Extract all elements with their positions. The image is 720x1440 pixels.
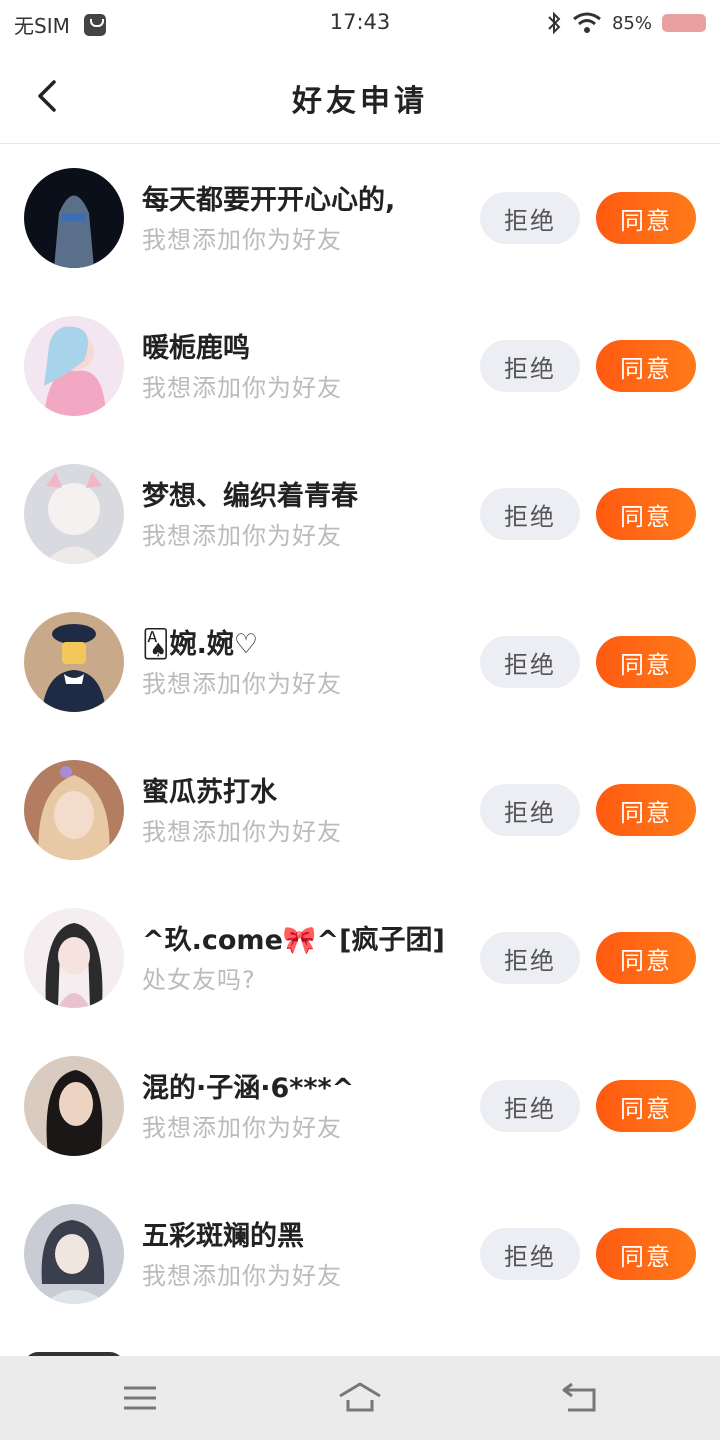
bluetooth-icon <box>548 11 561 35</box>
avatar[interactable] <box>24 760 124 860</box>
battery-icon <box>662 14 706 32</box>
avatar[interactable] <box>24 908 124 1008</box>
requester-name: 🂡婉.婉♡ <box>142 629 259 660</box>
requester-name: 暖栀鹿鸣 <box>142 333 250 364</box>
reject-button[interactable]: 拒绝 <box>480 1228 580 1280</box>
avatar[interactable] <box>24 464 124 564</box>
request-message: 我想添加你为好友 <box>142 818 342 846</box>
accept-button[interactable]: 同意 <box>596 340 696 392</box>
list-item: 暖栀鹿鸣 我想添加你为好友 拒绝 同意 <box>0 292 720 440</box>
list-item: 蜜瓜苏打水 我想添加你为好友 拒绝 同意 <box>0 736 720 884</box>
accept-button[interactable]: 同意 <box>596 1080 696 1132</box>
list-item: ^玖.come🎀^[疯子团] 处女友吗? 拒绝 同意 <box>0 884 720 1032</box>
avatar-image <box>24 1056 124 1156</box>
friend-request-list: 每天都要开开心心的, 我想添加你为好友 拒绝 同意 暖栀鹿鸣 我想添加你为好友 … <box>0 144 720 1328</box>
avatar-image <box>24 908 124 1008</box>
avatar-image <box>24 612 124 712</box>
request-message: 我想添加你为好友 <box>142 522 342 550</box>
reject-button[interactable]: 拒绝 <box>480 1080 580 1132</box>
accept-button[interactable]: 同意 <box>596 488 696 540</box>
reject-button[interactable]: 拒绝 <box>480 488 580 540</box>
request-message: 我想添加你为好友 <box>142 1262 342 1290</box>
requester-name: 每天都要开开心心的, <box>142 185 396 216</box>
requester-name: ^玖.come🎀^[疯子团] <box>142 925 445 956</box>
avatar-image <box>24 1204 124 1304</box>
list-item: 五彩斑斓的黑 我想添加你为好友 拒绝 同意 <box>0 1180 720 1328</box>
reject-button[interactable]: 拒绝 <box>480 192 580 244</box>
wifi-icon <box>573 12 601 33</box>
reject-button[interactable]: 拒绝 <box>480 932 580 984</box>
accept-button[interactable]: 同意 <box>596 784 696 836</box>
list-item: 🂡婉.婉♡ 我想添加你为好友 拒绝 同意 <box>0 588 720 736</box>
battery-percent: 85% <box>611 12 652 34</box>
avatar[interactable] <box>24 612 124 712</box>
request-message: 我想添加你为好友 <box>142 670 342 698</box>
system-navigation-bar <box>0 1356 720 1440</box>
status-right: 85% <box>546 10 706 36</box>
avatar-image <box>24 760 124 860</box>
avatar[interactable] <box>24 1204 124 1304</box>
page-title: 好友申请 <box>292 84 428 119</box>
accept-button[interactable]: 同意 <box>596 1228 696 1280</box>
list-item: 每天都要开开心心的, 我想添加你为好友 拒绝 同意 <box>0 144 720 292</box>
reject-button[interactable]: 拒绝 <box>480 636 580 688</box>
request-message: 我想添加你为好友 <box>142 226 342 254</box>
menu-icon[interactable] <box>118 1380 162 1416</box>
accept-button[interactable]: 同意 <box>596 636 696 688</box>
avatar-image <box>24 168 124 268</box>
status-bar: 无SIM 17:43 85% <box>0 0 720 48</box>
avatar[interactable] <box>24 1056 124 1156</box>
requester-name: 蜜瓜苏打水 <box>142 777 277 808</box>
back-icon[interactable] <box>558 1380 602 1416</box>
requester-name: 五彩斑斓的黑 <box>142 1221 304 1252</box>
avatar-image <box>24 464 124 564</box>
avatar[interactable] <box>24 316 124 416</box>
request-message: 我想添加你为好友 <box>142 374 342 402</box>
request-message: 处女友吗? <box>142 966 256 994</box>
reject-button[interactable]: 拒绝 <box>480 784 580 836</box>
home-icon[interactable] <box>338 1380 382 1416</box>
request-message: 我想添加你为好友 <box>142 1114 342 1142</box>
avatar[interactable] <box>24 168 124 268</box>
list-item: 梦想、编织着青春 我想添加你为好友 拒绝 同意 <box>0 440 720 588</box>
avatar-image <box>24 316 124 416</box>
requester-name: 梦想、编织着青春 <box>142 481 358 512</box>
requester-name: 混的·子涵·6***^ <box>142 1073 355 1104</box>
reject-button[interactable]: 拒绝 <box>480 340 580 392</box>
page-header: 好友申请 <box>0 48 720 144</box>
accept-button[interactable]: 同意 <box>596 932 696 984</box>
list-item: 混的·子涵·6***^ 我想添加你为好友 拒绝 同意 <box>0 1032 720 1180</box>
accept-button[interactable]: 同意 <box>596 192 696 244</box>
